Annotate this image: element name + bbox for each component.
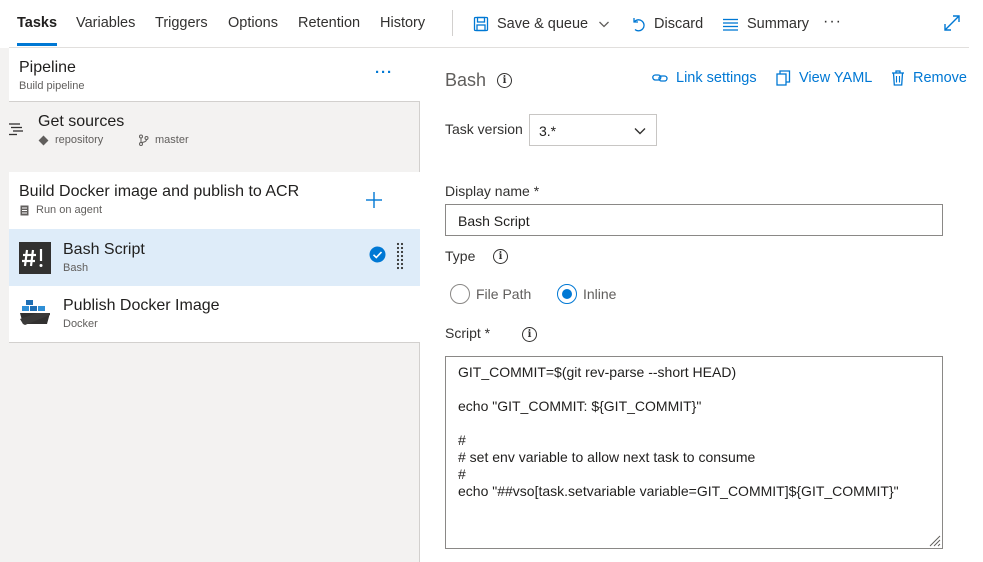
chevron-down-icon	[634, 128, 646, 135]
expand-button[interactable]	[943, 14, 961, 35]
pipeline-title: Pipeline	[19, 59, 76, 76]
sources-icon	[9, 123, 23, 136]
tab-retention[interactable]: Retention	[298, 15, 360, 31]
task-detail-panel: Bash i Link settings View YAML Remove Ta…	[421, 48, 983, 562]
link-settings-button[interactable]: Link settings	[652, 70, 757, 86]
view-yaml-label: View YAML	[799, 70, 873, 86]
task-version-label: Task version	[445, 121, 523, 137]
branch-icon	[139, 134, 149, 146]
get-sources-title: Get sources	[38, 113, 125, 130]
pipeline-more-button[interactable]: ···	[375, 64, 393, 81]
task-item-publish-docker-image[interactable]: Publish Docker Image Docker	[9, 286, 420, 343]
discard-button[interactable]: Discard	[630, 13, 703, 35]
type-label: Type	[445, 248, 476, 264]
tab-variables[interactable]: Variables	[76, 15, 135, 31]
branch-name: master	[155, 134, 189, 146]
pipeline-tasks-panel: Pipeline Build pipeline ··· Get sources …	[0, 48, 420, 562]
top-navigation-bar: Tasks Variables Triggers Options Retenti…	[0, 0, 983, 48]
task-detail-title: Bash	[445, 70, 487, 90]
get-sources-item[interactable]: Get sources repository master	[0, 102, 420, 168]
agent-icon	[20, 205, 29, 216]
link-icon	[652, 74, 668, 82]
tab-triggers[interactable]: Triggers	[155, 15, 208, 31]
task-title: Publish Docker Image	[63, 297, 220, 314]
toolbar-divider	[452, 10, 453, 36]
type-radio-file-path[interactable]	[450, 284, 470, 304]
remove-label: Remove	[913, 70, 967, 86]
type-option-file-path: File Path	[476, 286, 532, 302]
info-icon[interactable]: i	[522, 327, 537, 342]
info-icon[interactable]: i	[493, 249, 508, 264]
info-icon[interactable]: i	[497, 73, 512, 88]
save-queue-label: Save & queue	[497, 16, 589, 32]
link-settings-label: Link settings	[676, 70, 757, 86]
view-yaml-button[interactable]: View YAML	[776, 70, 872, 86]
agent-job[interactable]: Build Docker image and publish to ACR Ru…	[9, 172, 420, 229]
task-version-value: 3.*	[539, 123, 557, 139]
job-subtitle: Run on agent	[36, 204, 103, 216]
tab-history[interactable]: History	[380, 15, 425, 31]
repository-name: repository	[55, 134, 104, 146]
remove-button[interactable]: Remove	[891, 70, 967, 86]
type-radio-inline[interactable]	[557, 284, 577, 304]
active-tab-indicator	[17, 43, 57, 46]
job-title: Build Docker image and publish to ACR	[19, 183, 300, 200]
repository-icon	[38, 135, 49, 146]
task-subtitle: Docker	[63, 318, 98, 330]
check-circle-icon	[369, 246, 386, 263]
more-actions-button[interactable]: ···	[823, 11, 842, 33]
display-name-input[interactable]: Bash Script	[445, 204, 943, 236]
copy-icon	[776, 70, 791, 86]
script-textarea[interactable]: GIT_COMMIT=$(git rev-parse --short HEAD)…	[445, 356, 943, 549]
trash-icon	[892, 70, 904, 86]
tab-options[interactable]: Options	[228, 15, 278, 31]
pipeline-subtitle: Build pipeline	[19, 80, 85, 92]
pipeline-header[interactable]: Pipeline Build pipeline ···	[9, 48, 420, 102]
display-name-label: Display name *	[445, 183, 540, 199]
save-queue-button[interactable]: Save & queue	[473, 13, 610, 35]
script-label: Script *	[445, 325, 491, 341]
undo-icon	[633, 18, 645, 32]
task-subtitle: Bash	[63, 262, 89, 274]
tab-tasks[interactable]: Tasks	[17, 15, 57, 31]
resize-handle-icon[interactable]	[928, 534, 941, 547]
task-title: Bash Script	[63, 241, 145, 258]
add-task-icon[interactable]	[365, 191, 383, 209]
drag-handle-icon[interactable]	[396, 242, 404, 272]
expand-icon	[944, 15, 960, 31]
bash-icon	[19, 242, 51, 274]
task-version-dropdown[interactable]: 3.*	[529, 114, 657, 146]
save-icon	[473, 16, 489, 32]
docker-icon	[20, 300, 50, 325]
type-option-inline: Inline	[583, 286, 617, 302]
discard-label: Discard	[654, 16, 704, 32]
task-item-bash-script[interactable]: Bash Script Bash	[9, 229, 420, 286]
summary-label: Summary	[747, 16, 810, 32]
list-icon	[723, 18, 738, 31]
chevron-down-icon	[599, 21, 610, 28]
summary-button[interactable]: Summary	[722, 13, 809, 35]
